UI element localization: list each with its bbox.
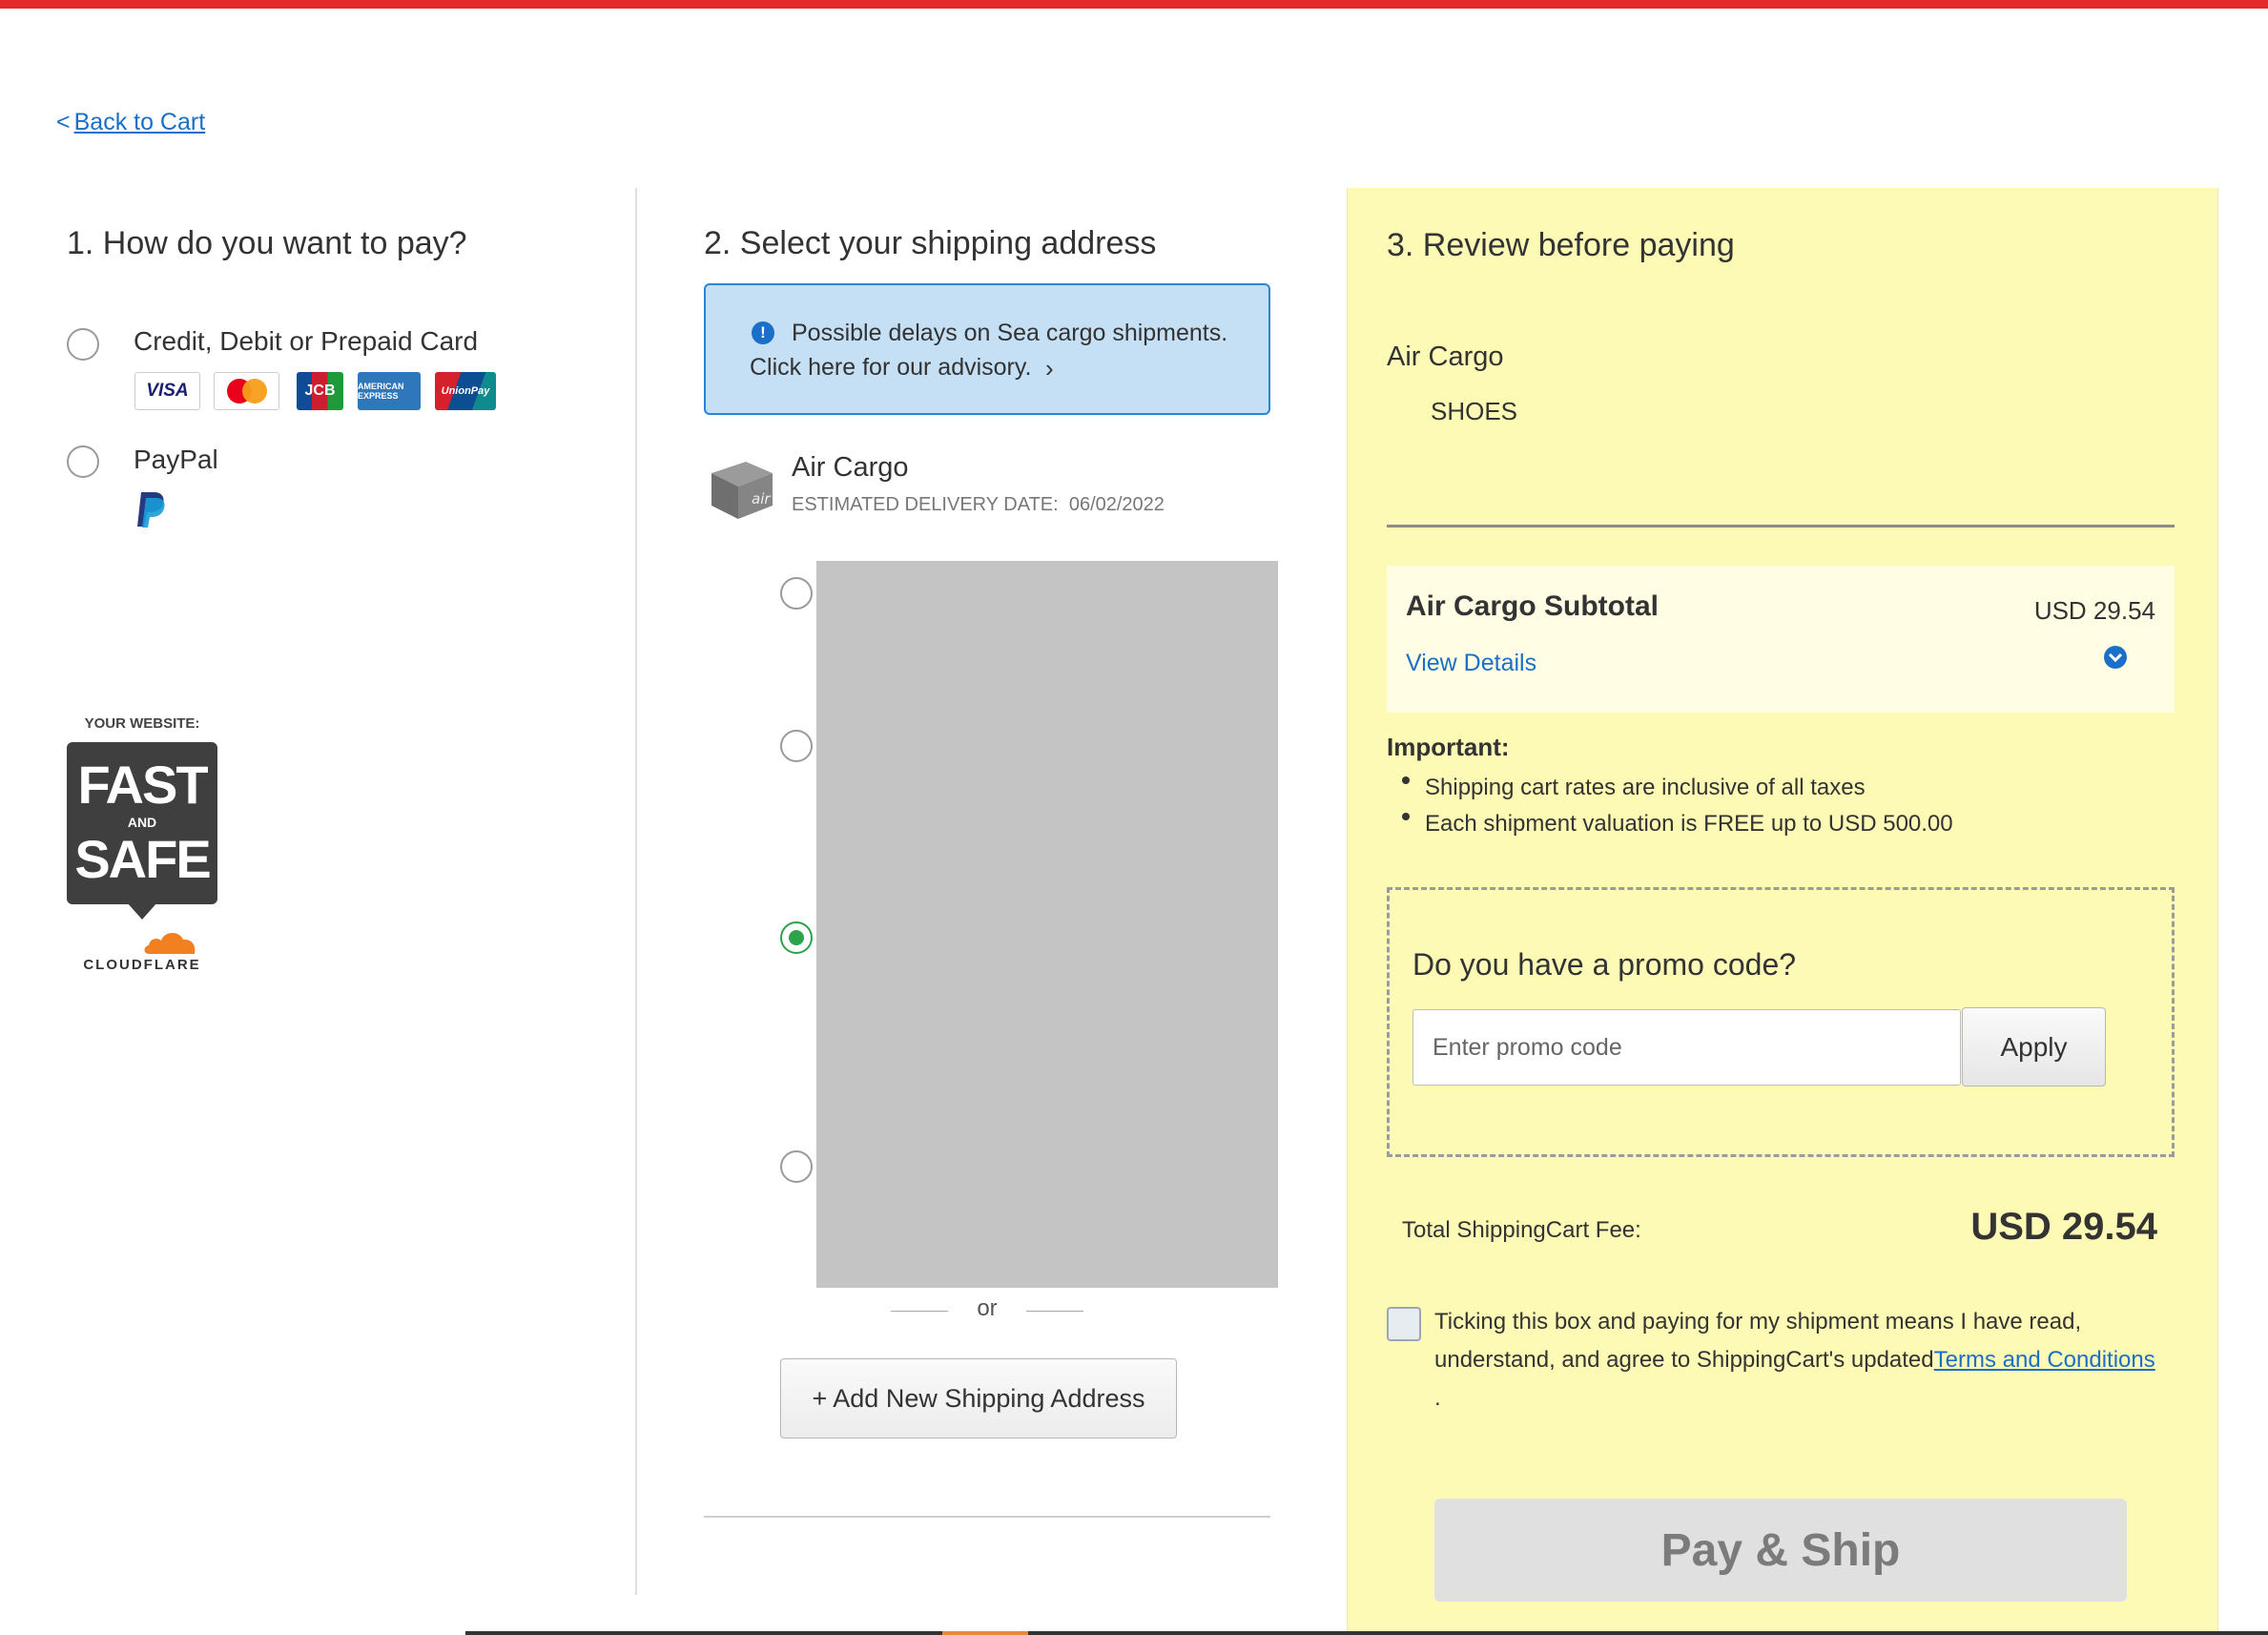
back-to-cart-link[interactable]: < Back to Cart: [56, 109, 205, 136]
review-divider: [1387, 525, 2175, 528]
unionpay-icon: UnionPay: [435, 372, 496, 410]
important-title: Important:: [1387, 733, 1510, 761]
badge-pointer: [127, 902, 157, 920]
important-item-2: Each shipment valuation is FREE up to US…: [1425, 811, 1953, 837]
bullet-icon: [1402, 776, 1410, 784]
card-payment-label[interactable]: Credit, Debit or Prepaid Card: [134, 326, 478, 357]
terms-checkbox[interactable]: [1387, 1307, 1421, 1341]
bottom-border: [465, 1631, 2268, 1635]
or-text: or: [977, 1295, 998, 1321]
back-to-cart-label: Back to Cart: [73, 109, 206, 135]
terms-and-conditions-link[interactable]: Terms and Conditions: [1934, 1347, 2155, 1373]
view-details-link[interactable]: View Details: [1406, 650, 1536, 677]
shipping-method-name: Air Cargo: [792, 452, 909, 483]
alert-line-1: Possible delays on Sea cargo shipments.: [792, 320, 1228, 346]
jcb-icon: JCB: [297, 372, 343, 410]
shipping-heading: 2. Select your shipping address: [704, 225, 1157, 261]
paypal-label[interactable]: PayPal: [134, 445, 218, 475]
delivery-date-value: 06/02/2022: [1068, 494, 1165, 515]
important-item-1: Shipping cart rates are inclusive of all…: [1425, 775, 1866, 800]
shipping-bottom-divider: [704, 1516, 1270, 1518]
column-divider: [635, 188, 637, 1595]
redacted-address-list: [816, 561, 1278, 1288]
pay-and-ship-button[interactable]: Pay & Ship: [1434, 1499, 2127, 1602]
review-heading: 3. Review before paying: [1387, 227, 1735, 263]
badge-brand-text: CLOUDFLARE: [83, 957, 201, 973]
subtotal-value: USD 29.54: [2033, 596, 2155, 625]
terms-line-1: Ticking this box and paying for my shipm…: [1434, 1309, 2082, 1335]
promo-code-input[interactable]: [1412, 1009, 1961, 1086]
terms-line-2: understand, and agree to ShippingCart's …: [1434, 1347, 2155, 1373]
promo-title: Do you have a promo code?: [1412, 947, 1797, 982]
cloudflare-badge: YOUR WEBSITE: FAST AND SAFE CLOUDFLARE: [67, 715, 217, 973]
promo-code-box: Do you have a promo code? Apply: [1387, 887, 2175, 1157]
terms-line-3: .: [1434, 1385, 1441, 1411]
svg-text:air: air: [752, 490, 771, 507]
air-cargo-box-icon: air: [706, 452, 778, 521]
chevron-left-icon: <: [56, 109, 71, 135]
sea-cargo-advisory-alert[interactable]: ! Possible delays on Sea cargo shipments…: [704, 283, 1270, 415]
address-radio-4[interactable]: [780, 1150, 813, 1183]
visa-icon: VISA: [134, 372, 200, 410]
address-radio-1[interactable]: [780, 577, 813, 610]
address-radio-3-selected[interactable]: [780, 921, 813, 954]
top-accent-bar: [0, 0, 2268, 9]
delivery-date-label: ESTIMATED DELIVERY DATE:: [792, 494, 1059, 515]
card-payment-radio[interactable]: [67, 328, 99, 361]
payment-heading: 1. How do you want to pay?: [67, 225, 467, 261]
review-item: SHOES: [1431, 397, 1518, 425]
chevron-down-icon[interactable]: [2104, 646, 2127, 669]
chevron-right-icon: ›: [1045, 354, 1054, 383]
terms-text: Ticking this box and paying for my shipm…: [1434, 1303, 2188, 1418]
mastercard-icon: [214, 372, 279, 410]
paypal-radio[interactable]: [67, 445, 99, 478]
paypal-icon: [135, 490, 168, 528]
subtotal-box: Air Cargo Subtotal USD 29.54 View Detail…: [1387, 566, 2175, 713]
badge-top-text: YOUR WEBSITE:: [84, 715, 200, 732]
estimated-delivery: ESTIMATED DELIVERY DATE: 06/02/2022: [792, 494, 1165, 516]
info-icon: !: [752, 321, 774, 344]
total-fee-value: USD 29.54: [1970, 1206, 2157, 1248]
or-separator: or: [891, 1294, 1083, 1328]
address-radio-2[interactable]: [780, 730, 813, 762]
apply-promo-button[interactable]: Apply: [1962, 1007, 2106, 1087]
total-fee-label: Total ShippingCart Fee:: [1402, 1217, 1641, 1243]
bullet-icon: [1402, 813, 1410, 820]
badge-fast-text: FAST: [77, 755, 208, 815]
amex-icon: AMERICAN EXPRESS: [358, 372, 421, 410]
alert-line-2: Click here for our advisory.: [750, 354, 1032, 381]
cloudflare-cloud-icon: [141, 927, 202, 956]
review-method: Air Cargo: [1387, 341, 1504, 372]
badge-safe-text: SAFE: [74, 829, 211, 889]
subtotal-label: Air Cargo Subtotal: [1406, 590, 1660, 622]
add-shipping-address-button[interactable]: + Add New Shipping Address: [780, 1358, 1177, 1438]
